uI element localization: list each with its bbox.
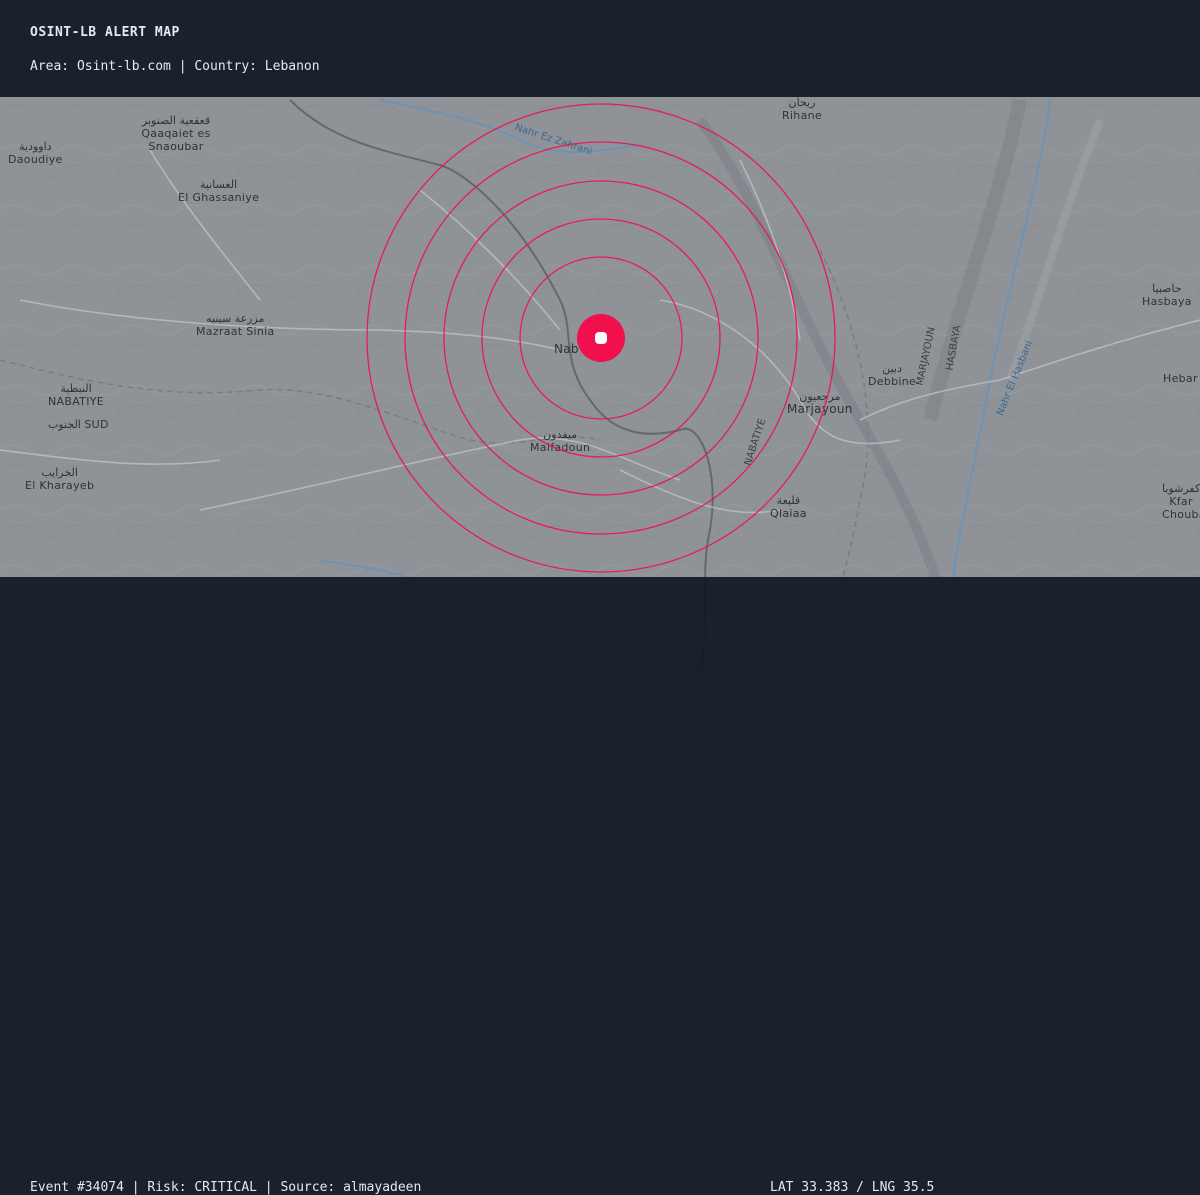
map-title: OSINT-LB ALERT MAP: [30, 25, 180, 40]
map-subtitle: Area: Osint-lb.com | Country: Lebanon: [30, 59, 320, 74]
map-canvas[interactable]: داوودية Daoudiye قعقعية الصنوبر Qaaqaiet e…: [0, 0, 1200, 675]
alert-overlay: [366, 103, 836, 573]
footer-bar: Event #34074 | Risk: CRITICAL | Source: …: [0, 577, 1200, 1195]
header-bar: OSINT-LB ALERT MAP Area: Osint-lb.com | …: [0, 0, 1200, 97]
event-info: Event #34074 | Risk: CRITICAL | Source: …: [30, 1180, 422, 1195]
alert-center-dot: [595, 332, 607, 344]
coordinates-readout: LAT 33.383 / LNG 35.5: [770, 1180, 935, 1195]
